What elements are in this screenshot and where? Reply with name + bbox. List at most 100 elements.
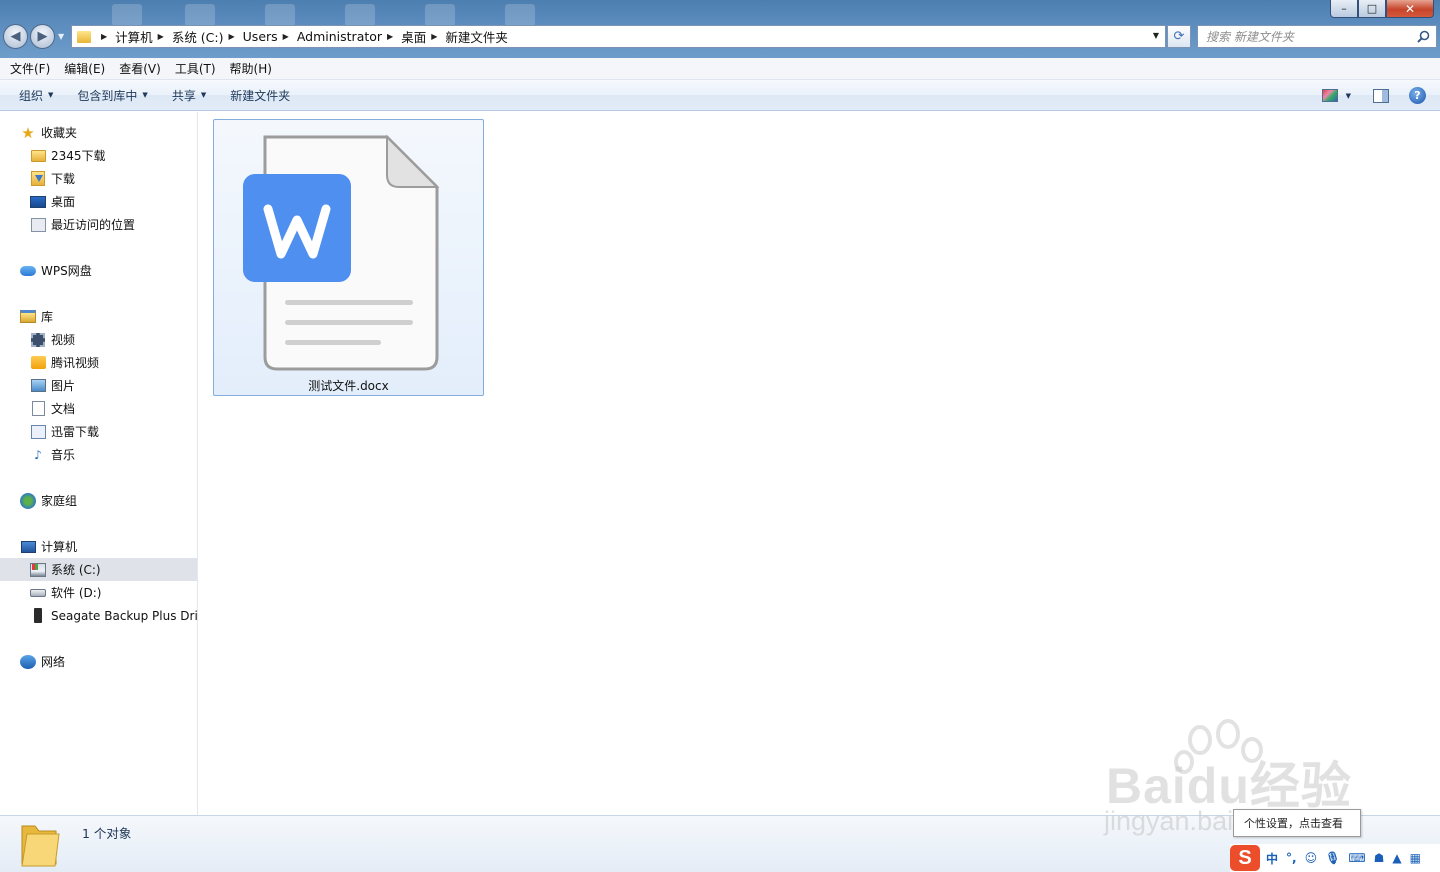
chevron-right-icon[interactable]: ▶ — [101, 32, 107, 41]
xunlei-downloads-icon — [30, 424, 46, 440]
menu-help[interactable]: 帮助(H) — [223, 60, 279, 77]
sidebar-item-documents[interactable]: 文档 — [0, 397, 197, 420]
search-input[interactable] — [1206, 29, 1414, 44]
address-bar[interactable]: ▶ 计算机 ▶ 系统 (C:) ▶ Users ▶ Administrator … — [71, 25, 1166, 48]
maximize-button[interactable]: □ — [1358, 0, 1386, 18]
menu-edit[interactable]: 编辑(E) — [57, 60, 112, 77]
sidebar-item-favorites[interactable]: ★ 收藏夹 — [0, 121, 197, 144]
documents-icon — [30, 401, 46, 417]
sidebar-item-downloads[interactable]: 下载 — [0, 167, 197, 190]
background-blur — [112, 4, 142, 26]
wps-word-document-icon — [243, 134, 440, 371]
sidebar-item-label: 家庭组 — [41, 494, 78, 508]
sidebar-item-tencent-video[interactable]: 腾讯视频 — [0, 351, 197, 374]
navigation-pane: ★ 收藏夹 2345下载 下载 桌面 最近访问的位置 WPS网盘 库 视频 腾讯… — [0, 112, 198, 815]
sidebar-item-2345-downloads[interactable]: 2345下载 — [0, 144, 197, 167]
minimize-button[interactable]: – — [1330, 0, 1358, 18]
sidebar-item-xunlei-downloads[interactable]: 迅雷下载 — [0, 420, 197, 443]
change-view-icon[interactable] — [1321, 89, 1338, 102]
help-icon[interactable]: ? — [1409, 87, 1426, 104]
menu-tools[interactable]: 工具(T) — [168, 60, 223, 77]
refresh-icon: ⟳ — [1173, 29, 1185, 44]
breadcrumb-administrator[interactable]: Administrator — [297, 29, 382, 44]
back-button[interactable]: ◀ — [3, 24, 28, 49]
sidebar-item-seagate-drive[interactable]: Seagate Backup Plus Drive — [0, 604, 197, 627]
sidebar-item-label: 下载 — [51, 172, 76, 186]
chevron-right-icon[interactable]: ▶ — [387, 32, 393, 41]
sidebar-item-label: 桌面 — [51, 195, 76, 209]
share-button[interactable]: 共享 ▼ — [163, 87, 215, 104]
chevron-down-icon: ▼ — [142, 91, 148, 99]
sidebar-item-pictures[interactable]: 图片 — [0, 374, 197, 397]
breadcrumb-new-folder[interactable]: 新建文件夹 — [445, 27, 508, 46]
menu-view[interactable]: 查看(V) — [112, 60, 168, 77]
breadcrumb-users[interactable]: Users — [243, 29, 278, 44]
ime-punctuation-toggle[interactable]: °, — [1286, 851, 1297, 865]
sidebar-item-computer[interactable]: 计算机 — [0, 535, 197, 558]
breadcrumb-computer[interactable]: 计算机 — [115, 27, 153, 46]
search-icon[interactable] — [1417, 30, 1430, 43]
chevron-down-icon: ▼ — [200, 91, 207, 99]
chevron-down-icon[interactable]: ▼ — [1346, 92, 1351, 100]
arrow-right-icon: ▶ — [37, 29, 48, 44]
ime-mode-toggle[interactable]: 中 — [1266, 850, 1278, 867]
organize-button[interactable]: 组织 ▼ — [10, 87, 62, 104]
sidebar-item-libraries[interactable]: 库 — [0, 305, 197, 328]
user-icon[interactable]: ☗ — [1374, 851, 1385, 865]
pictures-icon — [30, 378, 46, 394]
breadcrumb-drive-c[interactable]: 系统 (C:) — [172, 27, 224, 46]
forward-button[interactable]: ▶ — [30, 24, 55, 49]
breadcrumb-desktop[interactable]: 桌面 — [401, 27, 426, 46]
microphone-icon[interactable]: 🎙 — [1325, 851, 1340, 865]
recent-pages-dropdown[interactable]: ▼ — [58, 32, 64, 41]
toolbox-icon[interactable]: ▦ — [1410, 851, 1421, 865]
sidebar-item-label: 腾讯视频 — [51, 356, 100, 370]
background-blur — [265, 4, 295, 26]
file-list-pane[interactable]: 测试文件.docx — [199, 112, 1440, 815]
refresh-button[interactable]: ⟳ — [1167, 25, 1191, 48]
chevron-right-icon[interactable]: ▶ — [229, 32, 235, 41]
skin-icon[interactable]: ▲ — [1392, 851, 1401, 865]
new-folder-button[interactable]: 新建文件夹 — [221, 87, 299, 104]
sidebar-item-videos[interactable]: 视频 — [0, 328, 197, 351]
preview-pane-icon[interactable] — [1373, 88, 1389, 103]
star-icon: ★ — [21, 123, 35, 142]
keyboard-icon[interactable]: ⌨ — [1348, 851, 1365, 865]
sidebar-item-label: 软件 (D:) — [51, 586, 102, 600]
sidebar-item-desktop[interactable]: 桌面 — [0, 190, 197, 213]
sidebar-item-drive-c[interactable]: 系统 (C:) — [0, 558, 197, 581]
sidebar-item-recent-places[interactable]: 最近访问的位置 — [0, 213, 197, 236]
address-history-dropdown[interactable]: ▼ — [1153, 31, 1159, 40]
share-label: 共享 — [171, 88, 196, 103]
include-in-library-label: 包含到库中 — [77, 88, 138, 103]
sidebar-item-drive-d[interactable]: 软件 (D:) — [0, 581, 197, 604]
close-button[interactable]: ✕ — [1386, 0, 1434, 18]
sidebar-item-homegroup[interactable]: 家庭组 — [0, 489, 197, 512]
search-box[interactable] — [1197, 25, 1437, 48]
folder-icon — [30, 148, 46, 164]
sidebar-item-label: 库 — [41, 310, 54, 324]
chevron-right-icon[interactable]: ▶ — [283, 32, 289, 41]
file-item[interactable]: 测试文件.docx — [213, 119, 484, 396]
cloud-icon — [20, 263, 36, 279]
sidebar-item-network[interactable]: 网络 — [0, 650, 197, 673]
menu-file[interactable]: 文件(F) — [3, 60, 57, 77]
emoji-icon[interactable]: ☺ — [1305, 851, 1318, 865]
sidebar-item-label: 收藏夹 — [41, 126, 78, 140]
sidebar-item-label: 图片 — [51, 379, 76, 393]
item-count: 1 个对象 — [82, 826, 132, 841]
homegroup-icon — [20, 492, 36, 509]
sidebar-item-music[interactable]: ♪ 音乐 — [0, 443, 197, 466]
chevron-down-icon: ▼ — [48, 91, 54, 99]
library-icon — [20, 309, 36, 325]
chevron-right-icon[interactable]: ▶ — [158, 32, 164, 41]
chevron-right-icon[interactable]: ▶ — [431, 32, 437, 41]
include-in-library-button[interactable]: 包含到库中 ▼ — [68, 87, 156, 104]
sidebar-item-label: 网络 — [41, 655, 66, 669]
sidebar-item-label: Seagate Backup Plus Drive — [51, 608, 197, 623]
sidebar-item-label: 最近访问的位置 — [51, 218, 136, 232]
sogou-logo-icon[interactable]: S — [1230, 845, 1260, 871]
ime-tooltip: 个性设置，点击查看 — [1233, 809, 1361, 837]
sidebar-item-label: 迅雷下载 — [51, 425, 100, 439]
sidebar-item-wps-cloud[interactable]: WPS网盘 — [0, 259, 197, 282]
